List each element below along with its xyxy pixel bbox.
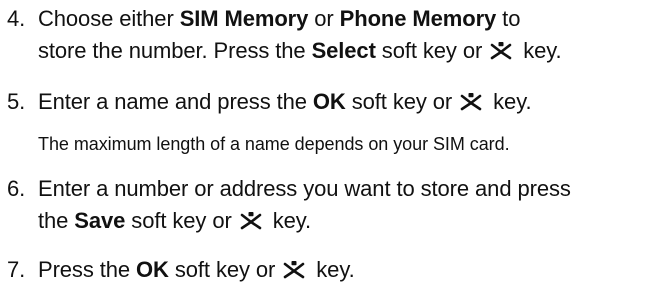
bold-term: OK xyxy=(136,257,169,282)
text-fragment: soft key or xyxy=(125,208,238,233)
text-fragment: to xyxy=(496,6,521,31)
step-number: 7. xyxy=(7,257,26,282)
text-fragment: key. xyxy=(310,257,355,282)
navigation-key-icon xyxy=(460,93,482,111)
bold-term: Save xyxy=(74,208,126,233)
step-line: Press the OK soft key or key. xyxy=(38,254,648,286)
text-fragment: soft key or xyxy=(375,38,489,63)
text-fragment: key. xyxy=(517,38,562,63)
bold-term: OK xyxy=(312,89,346,114)
text-fragment: Enter a name and press the xyxy=(38,89,313,114)
step-line: Enter a name and press the OK soft key o… xyxy=(38,86,648,118)
text-fragment: or xyxy=(308,6,340,31)
step-text: Enter a name and press the OK soft key o… xyxy=(38,86,648,118)
text-fragment: Press the xyxy=(38,257,137,282)
text-fragment: key. xyxy=(487,89,532,114)
bold-term: Phone Memory xyxy=(339,6,497,31)
step-number: 4. xyxy=(7,6,26,31)
step-number: 5. xyxy=(7,89,26,114)
step-text: Choose either SIM Memory or Phone Memory… xyxy=(38,3,648,67)
step-line: store the number. Press the Select soft … xyxy=(38,35,648,67)
text-fragment: soft key or xyxy=(168,257,282,282)
text-fragment: store the number. Press the xyxy=(38,38,312,63)
step-note: The maximum length of a name depends on … xyxy=(38,134,510,154)
navigation-key-icon xyxy=(490,42,512,60)
text-fragment: soft key or xyxy=(345,89,459,114)
text-fragment: Choose either xyxy=(38,6,180,31)
bold-term: SIM Memory xyxy=(179,6,309,31)
manual-page: 4. Choose either SIM Memory or Phone Mem… xyxy=(0,0,652,290)
step-line: Choose either SIM Memory or Phone Memory… xyxy=(38,3,648,35)
step-text: Enter a number or address you want to st… xyxy=(38,173,648,237)
bold-term: Select xyxy=(311,38,376,63)
navigation-key-icon xyxy=(283,261,305,279)
text-fragment: the xyxy=(38,208,75,233)
step-number: 6. xyxy=(7,176,26,201)
text-fragment: key. xyxy=(266,208,312,233)
step-line: Enter a number or address you want to st… xyxy=(38,176,571,201)
navigation-key-icon xyxy=(240,212,261,230)
step-text: Press the OK soft key or key. xyxy=(38,254,648,286)
step-line: the Save soft key or key. xyxy=(38,205,648,237)
